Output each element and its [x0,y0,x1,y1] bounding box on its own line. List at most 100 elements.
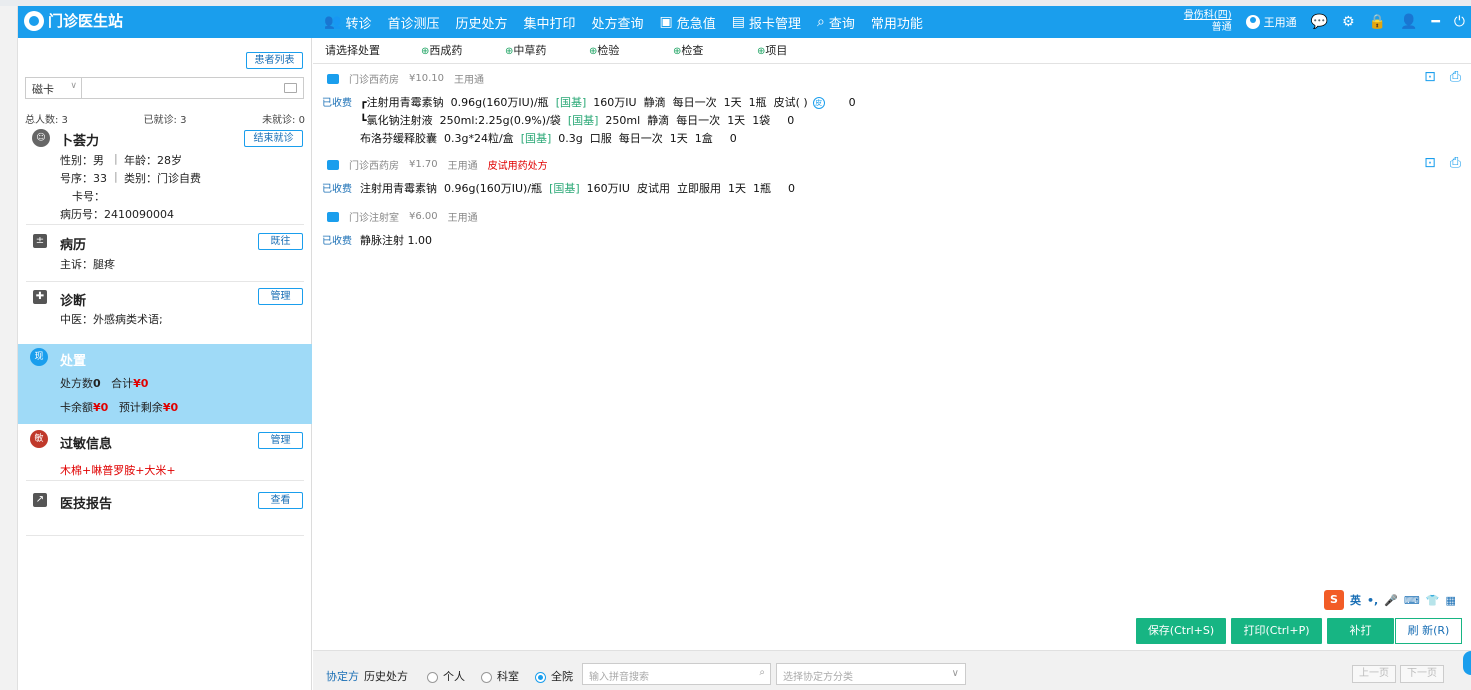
nav-item-label: 危急值 [676,16,716,32]
stat-unseen: 未就诊: 0 [262,115,305,126]
dispose-tab[interactable]: 请选择处置 [313,38,409,64]
preview-icon[interactable]: ⊡ [1424,155,1436,171]
card-reader-icon[interactable] [284,83,297,93]
dispose-tab-label: 中草药 [513,43,547,57]
drug-name: 注射用青霉素钠 [366,96,444,109]
radio-circle-selected[interactable] [535,671,546,683]
nav-item[interactable]: 👥 转诊 [316,6,379,38]
patient-avatar-icon: ☺ [32,129,50,147]
next-page-button[interactable]: 下一页 [1400,665,1444,683]
agreed-rx-category-select[interactable]: 选择协定方分类 ∨ [776,663,966,685]
radio-dept-label: 科室 [497,670,519,683]
lock-icon[interactable]: 🔒 [1369,14,1386,30]
nav-item[interactable]: 首诊测压 [379,6,447,38]
nav-item[interactable]: 处方查询 [584,6,652,38]
refresh-button[interactable]: 刷 新(R) [1395,618,1462,644]
rx-status: 已收费 [322,98,352,109]
balance-value: ¥0 [93,401,109,414]
field-divider: | [114,152,118,165]
balance-row: 卡余额¥0 预计剩余¥0 [60,399,178,415]
reprint-button[interactable]: 补打 [1327,618,1394,644]
allergy-manage-button[interactable]: 管理 [258,432,303,449]
skin-test-icon[interactable]: 皮 [812,97,825,109]
card-number-input[interactable] [81,77,304,99]
drug-quantity: 1袋 [752,114,771,127]
pharmacy-icon [327,159,339,170]
nav-item[interactable]: ⌕ 查询 [809,6,863,38]
current-user[interactable]: 王用通 [1245,14,1297,30]
radio-circle[interactable] [481,671,492,683]
printer-icon[interactable]: ⎙ [1450,69,1461,85]
dispose-tab[interactable]: ⊕项目 [745,38,829,64]
nav-item[interactable]: 常用功能 [863,6,931,38]
nav-item[interactable]: 集中打印 [515,6,583,38]
rx-count: 0 [787,114,795,127]
pharmacy-icon [327,73,339,84]
rx-line[interactable]: ┗氯化钠注射液 250ml:2.25g(0.9%)/袋 [国基] 250ml 静滴 每日一… [360,112,794,128]
divider [26,480,304,481]
dispose-tab[interactable]: ⊕检验 [577,38,661,64]
history-rx-tab[interactable]: 历史处方 [364,668,408,684]
radio-circle[interactable] [427,671,438,683]
prev-page-button[interactable]: 上一页 [1352,665,1396,683]
bottom-bar: 协定方 历史处方 个人 科室 全院 输入拼音搜索 ⌕ 选择协定方分类 ∨ 上一页… [313,650,1471,690]
rx-line[interactable]: 布洛芬缓释胶囊 0.3g*24粒/盒 [国基] 0.3g 口服 每日一次 1天 1盒 0 [360,130,737,146]
save-button[interactable]: 保存(Ctrl+S) [1136,618,1226,644]
rx-line[interactable]: ┏注射用青霉素钠 0.96g(160万IU)/瓶 [国基] 160万IU 静滴 每日一次 1… [360,94,856,110]
ime-skin-icon[interactable]: 👕 [1426,594,1440,607]
side-drawer-handle[interactable] [1463,651,1471,675]
dispose-section[interactable]: 现 处置 处方数0 合计¥0 卡余额¥0 预计剩余¥0 [18,344,312,424]
rx-doctor: 王用通 [447,213,478,224]
ime-keyboard-icon[interactable]: ⌨ [1404,594,1420,607]
rx-note: 皮试用药处方 [487,161,548,172]
remain-value: ¥0 [162,401,179,414]
dispose-tab[interactable]: ⊕中草药 [493,38,577,64]
rx-line[interactable]: 静脉注射 1.00 [360,232,432,248]
drug-frequency: 每日一次 [672,96,717,109]
radio-all[interactable]: 全院 [535,668,573,684]
ime-logo[interactable]: S [1324,590,1344,610]
report-view-button[interactable]: 查看 [258,492,303,509]
department-info[interactable]: 骨伤科(四) 普通 [1184,10,1232,34]
nav-item[interactable]: ▤ 报卡管理 [724,6,809,38]
rx-line[interactable]: 注射用青霉素钠 0.96g(160万IU)/瓶 [国基] 160万IU 皮试用 立即服用 1… [360,180,795,196]
dispose-tab[interactable]: ⊕西成药 [409,38,493,64]
nav-item-label: 首诊测压 [387,16,440,32]
nav-item[interactable]: ▣ 危急值 [652,6,724,38]
message-icon[interactable]: 💬 [1311,14,1328,30]
drug-name: 布洛芬缓释胶囊 [360,132,437,145]
user-icon[interactable]: 👤 [1400,14,1417,30]
gear-icon[interactable]: ⚙ [1342,14,1355,30]
card-type-select[interactable]: 磁卡 [25,77,81,99]
minimize-icon[interactable]: ━ [1431,14,1439,30]
drug-days: 1天 [727,182,746,195]
search-icon[interactable]: ⌕ [759,667,765,678]
history-button[interactable]: 既往 [258,233,303,250]
agreed-rx-tab[interactable]: 协定方 [326,668,359,684]
drug-route: 静滴 [643,96,666,109]
pinyin-search-input[interactable]: 输入拼音搜索 ⌕ [582,663,771,685]
rx-count: 0 [729,132,737,145]
end-visit-button[interactable]: 结束就诊 [244,130,303,147]
nav-item-label: 历史处方 [455,16,508,32]
radio-all-label: 全院 [551,670,573,683]
ime-mic-icon[interactable]: 🎤 [1384,594,1398,607]
ime-grid-icon[interactable]: ▦ [1446,594,1456,607]
nav-item[interactable]: 历史处方 [447,6,515,38]
printer-icon[interactable]: ⎙ [1450,155,1461,171]
ime-punct-icon[interactable]: •, [1367,594,1378,607]
ime-toolbar[interactable]: S 英 •, 🎤 ⌨ 👕 ▦ [1324,590,1456,610]
divider [26,535,304,536]
preview-icon[interactable]: ⊡ [1424,69,1436,85]
department-name[interactable]: 骨伤科(四) [1184,10,1232,22]
chief-complaint: 主诉：腿疼 [60,258,115,271]
radio-dept[interactable]: 科室 [481,668,519,684]
power-icon[interactable]: ⏻ [1454,14,1465,30]
print-button[interactable]: 打印(Ctrl+P) [1231,618,1322,644]
dispose-tab[interactable]: ⊕检查 [661,38,745,64]
patient-list-button[interactable]: 患者列表 [246,52,303,69]
ime-language[interactable]: 英 [1350,592,1361,608]
diagnosis-manage-button[interactable]: 管理 [258,288,303,305]
nav-item-label: 查询 [828,16,855,32]
radio-personal[interactable]: 个人 [427,668,465,684]
